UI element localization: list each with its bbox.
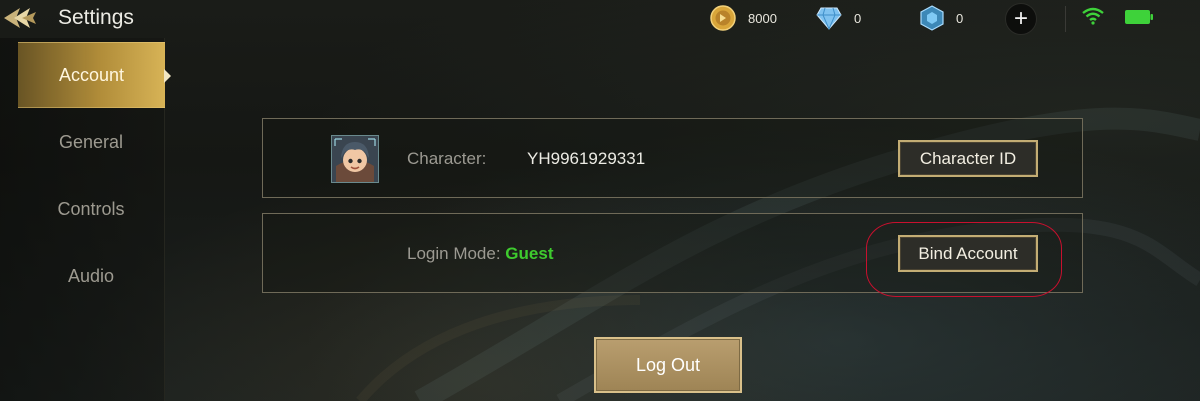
character-panel: Character: YH9961929331 Character ID [262,118,1083,198]
diamond-icon [816,7,842,30]
sidebar-item-label: Account [58,64,125,85]
login-mode-label: Login Mode: [407,244,506,263]
character-label: Character: [407,149,487,168]
sidebar-item-label: General [58,131,124,152]
sidebar-item-label: Audio [67,265,115,286]
battery-icon [1125,10,1153,24]
character-id-button[interactable]: Character ID [898,140,1038,177]
diamond-counter: 0 [816,6,861,30]
log-out-button[interactable]: Log Out [594,337,742,393]
gold-amount: 8000 [748,10,777,26]
divider [1065,6,1066,32]
plus-icon: + [1013,5,1028,32]
sidebar-item-account[interactable]: Account [18,42,171,108]
back-arrow-icon [4,8,36,28]
sidebar-item-label: Controls [57,198,125,219]
top-bar: Settings 8000 0 0 + [0,0,1200,38]
back-button[interactable] [0,4,40,32]
gem-amount: 0 [956,10,964,26]
settings-sidebar: Account General Controls Audio [0,38,171,401]
wifi-icon [1082,7,1104,25]
sidebar-item-controls[interactable]: Controls [18,175,164,243]
ticket-gem-icon [920,5,944,31]
gem-counter: 0 [920,5,964,31]
page-title: Settings [58,6,134,29]
avatar [331,135,379,183]
login-mode-panel: Login Mode: Guest Bind Account [262,213,1083,293]
active-indicator-icon [164,69,171,83]
gold-counter: 8000 [710,5,777,31]
add-currency-button[interactable]: + [1005,3,1037,35]
login-mode-value: Guest [505,244,554,263]
diamond-amount: 0 [854,10,862,26]
character-value: YH9961929331 [527,149,646,168]
sidebar-item-general[interactable]: General [18,108,164,176]
character-portrait-icon [332,136,378,182]
gold-coin-icon [710,5,736,31]
sidebar-item-audio[interactable]: Audio [18,242,164,310]
bind-account-button[interactable]: Bind Account [898,235,1038,272]
login-mode-row: Login Mode: Guest [407,244,553,264]
